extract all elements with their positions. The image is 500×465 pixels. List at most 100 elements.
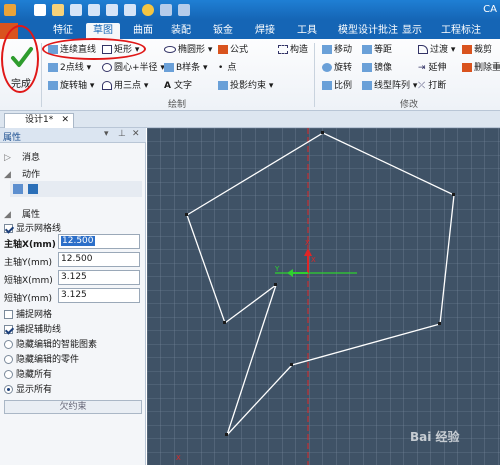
undo-icon[interactable]: [106, 4, 118, 16]
vertex-point: [223, 321, 226, 324]
tab-tools[interactable]: 工具: [290, 23, 324, 39]
refresh-icon[interactable]: [160, 4, 172, 16]
tab-sheetmetal[interactable]: 钣金: [206, 23, 240, 39]
app-menu-icon[interactable]: [4, 4, 16, 16]
minor-y-row: 短轴Y(mm) 3.125: [4, 288, 142, 304]
trim-button[interactable]: 裁剪: [462, 43, 492, 57]
expand-icon: ▷: [4, 153, 11, 163]
highlight-oval-finish: [1, 25, 39, 93]
vertex-point: [225, 433, 228, 436]
projection-constraint-button[interactable]: 投影约束 ▾: [218, 79, 273, 93]
vertex-point: [438, 322, 441, 325]
trim-icon: [462, 45, 472, 54]
scale-button[interactable]: 比例: [322, 79, 352, 93]
properties-panel: 属性 ▾ ⊥ ✕ ▷ 消息 ◢ 动作 ◢ 属性 显示网格线 主轴X(mm) 12.50…: [0, 128, 146, 465]
highlight-oval-polyline: [42, 38, 146, 60]
move-button[interactable]: 移动: [322, 43, 352, 57]
tab-sketch[interactable]: 草图: [86, 23, 120, 39]
formula-button[interactable]: 公式: [218, 43, 248, 57]
tab-feature[interactable]: 特征: [46, 23, 80, 39]
minor-y-label: 短轴Y(mm): [4, 294, 53, 304]
rotate-button[interactable]: 旋转: [322, 61, 352, 75]
apply-icon[interactable]: [13, 184, 23, 194]
mirror-button[interactable]: 镜像: [362, 61, 392, 75]
radio-hide-all[interactable]: 隐藏所有: [4, 367, 52, 380]
two-point-line-button[interactable]: 2点线 ▾: [48, 61, 91, 75]
checkbox-checked: [4, 325, 13, 334]
axis-y-tag: Y: [274, 265, 280, 273]
app-title: CA: [483, 4, 497, 15]
redo-icon[interactable]: [124, 4, 136, 16]
circle-icon: [102, 63, 112, 72]
snap-aux-checkbox[interactable]: 捕捉辅助线: [4, 322, 61, 335]
sketch-canvas[interactable]: X Y X X: [147, 128, 500, 465]
document-tab[interactable]: 设计1* ✕: [4, 113, 74, 128]
minor-y-input[interactable]: 3.125: [58, 288, 140, 303]
arc-icon: [102, 81, 112, 90]
fillet-icon: [418, 45, 428, 54]
minor-x-input[interactable]: 3.125: [58, 270, 140, 285]
major-x-input[interactable]: 12.500: [58, 234, 140, 249]
major-y-input[interactable]: 12.500: [58, 252, 140, 267]
rotate-icon: [322, 63, 332, 72]
new-icon[interactable]: [34, 4, 46, 16]
pattern-icon: [362, 81, 372, 90]
save-settings-icon[interactable]: [28, 184, 38, 194]
radio-show-all[interactable]: 显示所有: [4, 382, 52, 395]
under-constrained-button[interactable]: 欠约束: [4, 400, 142, 414]
tab-assembly[interactable]: 装配: [164, 23, 198, 39]
ribbon-tab-bar: 特征 草图 曲面 装配 钣金 焊接 工具 模型设计批注 显示 工程标注: [0, 20, 500, 39]
close-panel-icon[interactable]: ✕: [132, 129, 140, 139]
ellipse-button[interactable]: 椭圆形 ▾: [164, 43, 212, 57]
extend-button[interactable]: ⇥ 延伸: [418, 61, 447, 75]
snap-grid-checkbox[interactable]: 捕捉网格: [4, 307, 52, 320]
linear-pattern-button[interactable]: 线型阵列 ▾: [362, 79, 417, 93]
three-point-arc-button[interactable]: 用三点 ▾: [102, 79, 148, 93]
offset-button[interactable]: 等距: [362, 43, 392, 57]
circle-button[interactable]: 圆心+半径 ▾: [102, 61, 165, 75]
vertex-point: [185, 213, 188, 216]
bspline-button[interactable]: B样条 ▾: [164, 61, 208, 75]
save-icon[interactable]: [70, 4, 82, 16]
group-separator: [314, 43, 315, 107]
move-icon: [322, 45, 332, 54]
fillet-button[interactable]: 过渡 ▾: [418, 43, 455, 57]
construction-icon: [278, 45, 288, 54]
radio-hide-smart[interactable]: 隐藏编辑的智能图素: [4, 337, 97, 350]
delete-duplicate-button[interactable]: 删除重: [462, 61, 500, 75]
line-icon: [48, 63, 58, 72]
rotate-axis-icon: [48, 81, 58, 90]
show-grid-checkbox[interactable]: 显示网格线: [4, 221, 61, 234]
section-properties[interactable]: ◢ 属性: [4, 207, 40, 220]
vertex-point: [452, 193, 455, 196]
radio-off: [4, 340, 13, 349]
panel-menu-icon[interactable]: ▾: [104, 129, 109, 139]
construction-button[interactable]: 构造: [278, 43, 308, 57]
text-icon: A: [164, 81, 171, 91]
text-button[interactable]: A 文字: [164, 79, 192, 93]
point-button[interactable]: • 点: [218, 61, 236, 75]
tab-surface[interactable]: 曲面: [126, 23, 160, 39]
open-icon[interactable]: [52, 4, 64, 16]
grid-icon[interactable]: [178, 4, 190, 16]
radio-hide-parts[interactable]: 隐藏编辑的零件: [4, 352, 79, 365]
tab-drawing-annotation[interactable]: 工程标注: [432, 23, 490, 39]
rotate-axis-button[interactable]: 旋转轴 ▾: [48, 79, 94, 93]
watermark: Bai 经验: [410, 430, 460, 444]
tab-weld[interactable]: 焊接: [248, 23, 282, 39]
tab-display[interactable]: 显示: [392, 23, 432, 39]
minor-x-row: 短轴X(mm) 3.125: [4, 270, 142, 286]
spline-icon: [164, 63, 174, 72]
smile-icon[interactable]: [142, 4, 154, 16]
close-tab-icon[interactable]: ✕: [61, 114, 69, 127]
sketch-grid[interactable]: X Y X X: [147, 128, 500, 465]
print-icon[interactable]: [88, 4, 100, 16]
extend-icon: ⇥: [418, 63, 426, 73]
pin-icon[interactable]: ⊥: [118, 129, 126, 139]
section-actions[interactable]: ◢ 动作: [4, 167, 40, 180]
axis-bottom-tag: X: [176, 454, 181, 462]
major-x-label: 主轴X(mm): [4, 240, 56, 250]
checkbox-unchecked: [4, 310, 13, 319]
section-messages[interactable]: ▷ 消息: [4, 150, 40, 163]
break-button[interactable]: ⤫ 打断: [418, 79, 446, 93]
